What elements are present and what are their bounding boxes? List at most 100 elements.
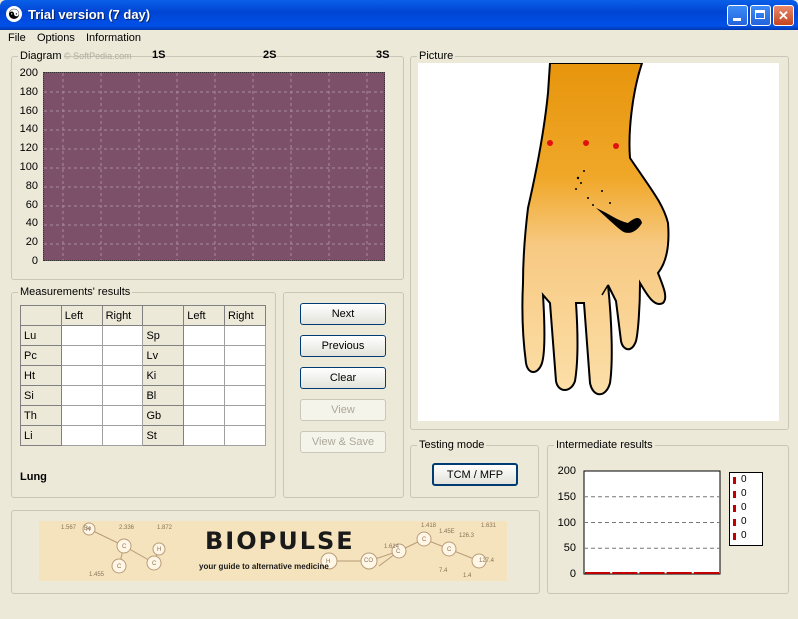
table-header-row: Left Right Left Right [20, 305, 266, 326]
molecule-label: C [122, 544, 127, 550]
cell-right [224, 325, 266, 346]
y-tick-label: 100 [557, 516, 576, 529]
legend-swatch [733, 491, 736, 498]
y-tick-label: 200 [557, 465, 576, 477]
previous-button[interactable]: Previous [300, 335, 386, 357]
y-tick-label: 200 [19, 67, 38, 79]
molecule-label: 1.567 [61, 525, 77, 531]
maximize-button[interactable] [750, 5, 771, 26]
menu-file[interactable]: File [8, 32, 26, 44]
row-label: Si [20, 385, 62, 406]
legend-item: 0 [730, 487, 762, 501]
picture-label: Picture [417, 50, 456, 62]
legend-value: 0 [741, 530, 747, 541]
header-blank [20, 305, 62, 326]
molecule-label: 1.418 [421, 523, 437, 529]
cell-right [101, 425, 144, 446]
y-tick-label: 40 [25, 217, 38, 230]
close-button[interactable]: ✕ [773, 5, 794, 26]
view-save-button[interactable]: View & Save [300, 431, 386, 453]
legend-value: 0 [741, 502, 747, 513]
molecule-label: C [447, 547, 452, 553]
cell-right [224, 345, 266, 366]
acupoint-marker [613, 143, 619, 149]
legend-swatch [733, 533, 736, 540]
molecule-label: 126.3 [459, 533, 475, 539]
legend-swatch [733, 505, 736, 512]
diagram-plot [43, 72, 385, 261]
legend-item: 0 [730, 515, 762, 529]
legend-item: 0 [730, 501, 762, 515]
row-label: Lu [20, 325, 62, 346]
watermark: © SoftPedia.com [64, 51, 132, 61]
bar [639, 572, 665, 574]
next-button[interactable]: Next [300, 303, 386, 325]
y-tick-label: 120 [19, 142, 38, 155]
menu-information[interactable]: Information [86, 32, 141, 44]
window-title: Trial version (7 day) [28, 7, 151, 22]
molecule-label: 1.4 [463, 573, 472, 579]
y-tick-label: 160 [19, 104, 38, 117]
y-tick-label: 180 [19, 85, 38, 98]
table-row: Li St [20, 425, 266, 446]
cell-right [101, 345, 144, 366]
y-tick-label: 0 [31, 255, 38, 267]
header-blank [142, 305, 185, 326]
menu-bar: File Options Information [0, 30, 798, 48]
row-label: Bl [142, 385, 185, 406]
minimize-button[interactable] [727, 5, 748, 26]
row-label: Lv [142, 345, 185, 366]
cell-left [60, 405, 103, 426]
results-table: Left Right Left Right Lu Sp Pc Lv Ht Ki Si B… [20, 305, 266, 446]
tcm-mfp-button[interactable]: TCM / MFP [432, 463, 518, 486]
row-label: Gb [142, 405, 185, 426]
header-right: Right [224, 305, 266, 326]
hand-picture [418, 62, 779, 421]
view-button[interactable]: View [300, 399, 386, 421]
close-icon: ✕ [778, 8, 789, 23]
cell-right [224, 365, 266, 386]
marker-3s: 3S [376, 49, 390, 61]
clear-button[interactable]: Clear [300, 367, 386, 389]
bar [612, 572, 638, 574]
row-label: Li [20, 425, 62, 446]
molecule-label: C [422, 537, 427, 543]
cell-right [101, 325, 144, 346]
title-bar: ☯ Trial version (7 day) ✕ [0, 0, 798, 30]
status-bar [0, 601, 798, 619]
yin-yang-icon: ☯ [6, 6, 22, 22]
molecule-label: 2.336 [119, 525, 135, 531]
header-left: Left [183, 305, 226, 326]
row-label: Ht [20, 365, 62, 386]
molecule-label: 1.872 [157, 525, 173, 531]
molecule-label: H [86, 527, 91, 533]
cell-left [60, 425, 103, 446]
row-label: Pc [20, 345, 62, 366]
row-label: Ki [142, 365, 185, 386]
minimize-icon [733, 18, 741, 21]
legend-value: 0 [741, 488, 747, 499]
cell-left [183, 405, 226, 426]
selected-meridian: Lung [20, 471, 47, 483]
molecule-label: 1.455 [89, 572, 105, 578]
cell-right [224, 425, 266, 446]
y-tick-label: 0 [569, 568, 576, 580]
row-label: Th [20, 405, 62, 426]
legend-item: 0 [730, 473, 762, 487]
table-row: Pc Lv [20, 345, 266, 366]
acupoint-marker [547, 140, 553, 146]
legend-swatch [733, 519, 736, 526]
menu-options[interactable]: Options [37, 32, 75, 44]
cell-left [183, 345, 226, 366]
cell-left [183, 365, 226, 386]
diagram-label: Diagram [18, 50, 64, 62]
cell-right [101, 405, 144, 426]
cell-right [101, 385, 144, 406]
intermediate-legend: 0 0 0 0 0 [729, 472, 763, 546]
marker-1s: 1S [152, 49, 166, 61]
molecule-label: 7.4 [439, 568, 448, 574]
bar [666, 572, 692, 574]
molecule-label: 1.45E [439, 529, 455, 535]
banner-tagline: your guide to alternative medicine [199, 562, 329, 571]
biopulse-banner[interactable]: 1.567 Bo 2.336 1.872 1.455 CO 1.614 1.418 1.45E 1… [39, 521, 507, 581]
